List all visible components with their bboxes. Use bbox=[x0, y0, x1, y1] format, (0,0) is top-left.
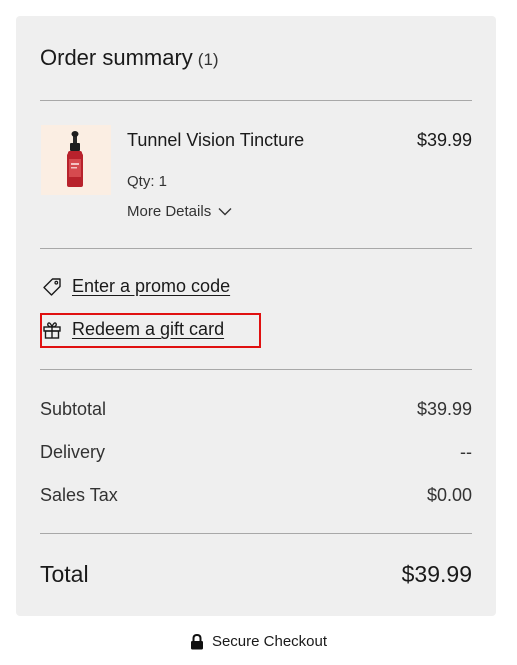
product-thumbnail bbox=[41, 125, 111, 195]
product-quantity: Qty: 1 bbox=[127, 173, 168, 190]
tag-icon bbox=[43, 277, 61, 296]
divider bbox=[40, 248, 472, 249]
total-label: Total bbox=[40, 561, 89, 587]
more-details-label: More Details bbox=[127, 203, 212, 220]
tincture-bottle-image bbox=[67, 131, 83, 187]
divider bbox=[40, 369, 472, 370]
item-count: (1) bbox=[197, 50, 219, 69]
order-summary-header: Order summary (1) bbox=[40, 45, 219, 71]
sales-tax-value: $0.00 bbox=[426, 485, 472, 505]
redeem-gift-card-link[interactable]: Redeem a gift card bbox=[42, 319, 224, 340]
chevron-down-icon bbox=[218, 208, 232, 216]
total-value: $39.99 bbox=[401, 561, 472, 587]
subtotal-value: $39.99 bbox=[416, 399, 472, 419]
order-summary-card: Order summary (1) Tunnel Vision Tincture… bbox=[16, 16, 496, 616]
subtotal-label: Subtotal bbox=[40, 399, 107, 419]
product-name[interactable]: Tunnel Vision Tincture bbox=[127, 130, 304, 151]
product-price: $39.99 bbox=[416, 130, 472, 150]
order-summary-title: Order summary bbox=[40, 45, 193, 70]
promo-code-link[interactable]: Enter a promo code bbox=[42, 276, 230, 297]
more-details-toggle[interactable]: More Details bbox=[127, 203, 232, 220]
sales-tax-label: Sales Tax bbox=[40, 485, 118, 505]
secure-checkout-label: Secure Checkout bbox=[211, 633, 328, 650]
promo-code-label: Enter a promo code bbox=[72, 276, 231, 296]
divider bbox=[40, 100, 472, 101]
secure-checkout: Secure Checkout bbox=[0, 633, 517, 650]
delivery-label: Delivery bbox=[40, 442, 106, 462]
delivery-value: -- bbox=[460, 442, 472, 462]
gift-icon bbox=[43, 321, 61, 339]
lock-icon bbox=[190, 633, 203, 649]
gift-card-label: Redeem a gift card bbox=[72, 319, 225, 339]
divider bbox=[40, 533, 472, 534]
